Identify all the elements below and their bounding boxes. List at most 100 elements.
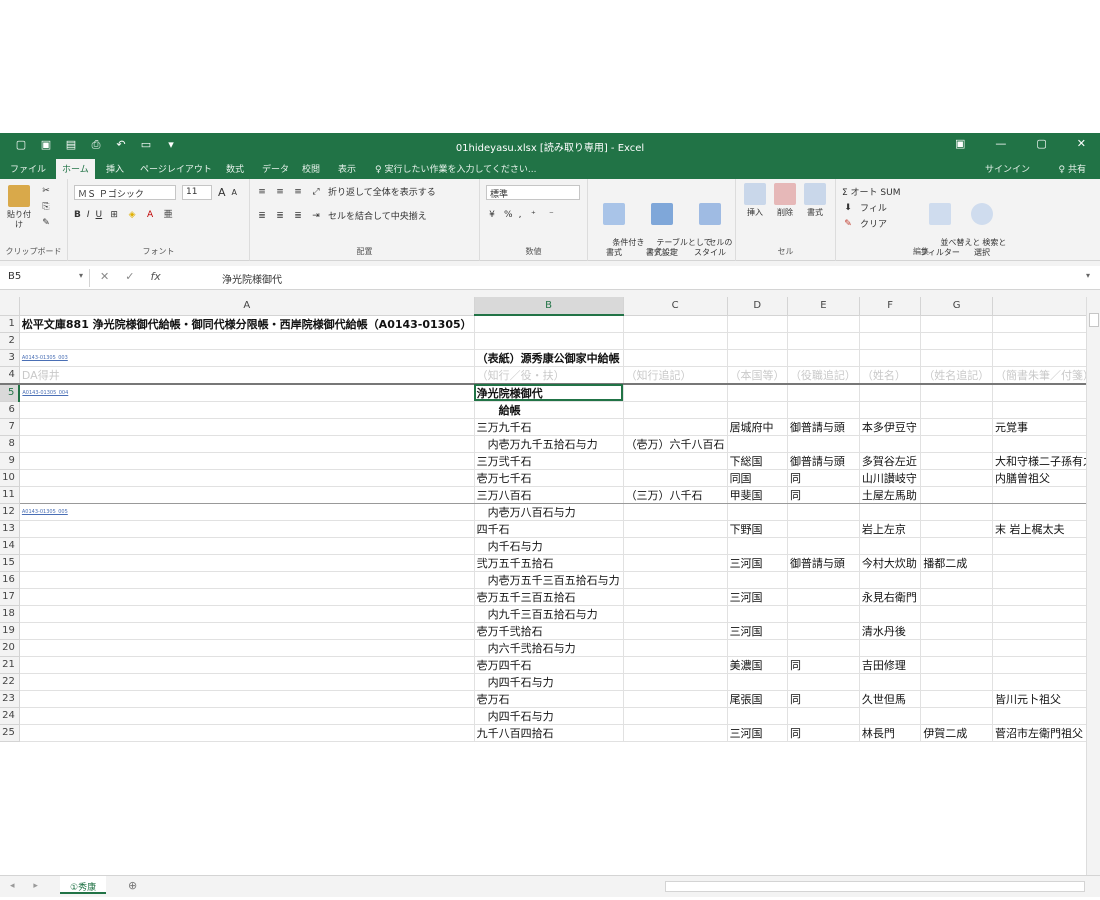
cancel-edit-icon[interactable]: ✕ (100, 270, 109, 283)
cell-extra4[interactable]: （簡書朱筆／付箋） (992, 366, 1100, 385)
align-top-icon[interactable]: ≡ (256, 186, 268, 198)
row-header[interactable]: 13 (0, 520, 20, 538)
tab-review[interactable]: 校閲 (302, 162, 320, 175)
cell-E24[interactable] (787, 707, 860, 725)
cell-A18[interactable] (19, 605, 475, 623)
column-header-B[interactable]: B (474, 297, 624, 316)
tab-home[interactable]: ホーム (56, 159, 95, 179)
cell-F17[interactable]: 永見右衛門 (859, 588, 922, 606)
cell-D14[interactable] (727, 537, 788, 555)
cell-extra11[interactable] (992, 486, 1100, 504)
decrease-decimal-icon[interactable]: ⁻ (545, 209, 557, 221)
cell-B12[interactable]: 内壱万八百石与力 (474, 503, 624, 521)
cell-B17[interactable]: 壱万五千三百五拾石 (474, 588, 624, 606)
cell-C23[interactable] (623, 690, 728, 708)
cell-F9[interactable]: 多賀谷左近 (859, 452, 922, 470)
cell-G21[interactable] (920, 656, 993, 674)
paste-button[interactable]: 貼り付け (4, 185, 34, 230)
cell-A7[interactable] (19, 418, 475, 436)
cell-G13[interactable] (920, 520, 993, 538)
cell-extra24[interactable] (992, 707, 1100, 725)
cell-B8[interactable]: 内壱万九千五拾石与力 (474, 435, 624, 453)
select-all-corner[interactable] (0, 297, 20, 316)
cell-E17[interactable] (787, 588, 860, 606)
cell-extra18[interactable] (992, 605, 1100, 623)
cell-E18[interactable] (787, 605, 860, 623)
cell-F8[interactable] (859, 435, 922, 453)
cell-F25[interactable]: 林長門 (859, 724, 922, 742)
tab-view[interactable]: 表示 (338, 162, 356, 175)
cell-D12[interactable] (727, 503, 788, 521)
cell-C22[interactable] (623, 673, 728, 691)
row-header[interactable]: 8 (0, 435, 20, 453)
cell-extra8[interactable] (992, 435, 1100, 453)
cell-A11[interactable] (19, 486, 475, 504)
tab-formulas[interactable]: 数式 (226, 162, 244, 175)
cell-D2[interactable] (727, 332, 788, 350)
cell-extra7[interactable]: 元覚事 (992, 418, 1100, 436)
cell-E6[interactable] (787, 401, 860, 419)
cell-extra23[interactable]: 皆川元卜祖父 (992, 690, 1100, 708)
row-header[interactable]: 15 (0, 554, 20, 572)
cell-B4[interactable]: （知行／役・扶） (474, 366, 624, 385)
cell-E2[interactable] (787, 332, 860, 350)
cell-E12[interactable] (787, 503, 860, 521)
merge-center-button[interactable]: セルを結合して中央揃え (328, 209, 427, 222)
fill-color-icon[interactable]: ◈ (126, 209, 138, 221)
align-right-icon[interactable]: ≣ (292, 210, 304, 222)
row-header[interactable]: 12 (0, 503, 20, 521)
align-left-icon[interactable]: ≣ (256, 210, 268, 222)
cell-C18[interactable] (623, 605, 728, 623)
cell-extra1[interactable] (992, 315, 1100, 333)
cell-F2[interactable] (859, 332, 922, 350)
tab-data[interactable]: データ (262, 162, 289, 175)
row-header[interactable]: 5 (0, 383, 21, 402)
increase-decimal-icon[interactable]: ⁺ (527, 209, 539, 221)
sheet-nav-arrows[interactable]: ◂ ▸ (10, 881, 46, 891)
cell-E15[interactable]: 御普請与頭 (787, 554, 860, 572)
cell-A25[interactable] (19, 724, 475, 742)
cell-extra12[interactable] (992, 503, 1100, 521)
cell-D21[interactable]: 美濃国 (727, 656, 788, 674)
cell-extra25[interactable]: 菅沼市左衛門祖父 (992, 724, 1100, 742)
cell-B2[interactable] (474, 332, 624, 350)
close-icon[interactable]: ✕ (1077, 137, 1086, 150)
horizontal-scrollbar[interactable] (665, 881, 1085, 892)
cell-G15[interactable]: 播都二成 (920, 554, 993, 572)
formula-input[interactable]: 浄光院様御代 (222, 271, 282, 286)
row-header[interactable]: 22 (0, 673, 20, 691)
cell-D3[interactable] (727, 349, 788, 367)
cell-D7[interactable]: 居城府中 (727, 418, 788, 436)
cell-B11[interactable]: 三万八百石 (474, 486, 624, 504)
cell-B13[interactable]: 四千石 (474, 520, 624, 538)
cell-E8[interactable] (787, 435, 860, 453)
cell-G9[interactable] (920, 452, 993, 470)
cell-F14[interactable] (859, 537, 922, 555)
cell-D20[interactable] (727, 639, 788, 657)
shrink-font-button[interactable]: A (232, 188, 237, 197)
column-header-G[interactable]: G (920, 297, 993, 316)
cell-F21[interactable]: 吉田修理 (859, 656, 922, 674)
cell-A2[interactable] (19, 332, 475, 350)
cell-extra2[interactable] (992, 332, 1100, 350)
cell-E11[interactable]: 同 (787, 486, 860, 504)
cell-D8[interactable] (727, 435, 788, 453)
cell-G3[interactable] (920, 349, 993, 367)
cell-C25[interactable] (623, 724, 728, 742)
cell-E1[interactable] (787, 315, 860, 333)
cell-C4[interactable]: （知行追記） (623, 366, 728, 385)
cell-D17[interactable]: 三河国 (727, 588, 788, 606)
cell-B1[interactable] (474, 315, 624, 333)
align-bottom-icon[interactable]: ≡ (292, 186, 304, 198)
cell-F12[interactable] (859, 503, 922, 521)
cell-A17[interactable] (19, 588, 475, 606)
cell-C11[interactable]: （三万）八千石 (623, 486, 728, 504)
row-header[interactable]: 21 (0, 656, 20, 674)
cell-E9[interactable]: 御普請与頭 (787, 452, 860, 470)
name-box-dropdown-icon[interactable]: ▾ (79, 271, 83, 280)
cell-A16[interactable] (19, 571, 475, 589)
restore-icon[interactable]: ▢ (1036, 137, 1046, 150)
underline-button[interactable]: U (96, 210, 103, 220)
cell-C1[interactable] (623, 315, 728, 333)
cell-B25[interactable]: 九千八百四拾石 (474, 724, 624, 742)
